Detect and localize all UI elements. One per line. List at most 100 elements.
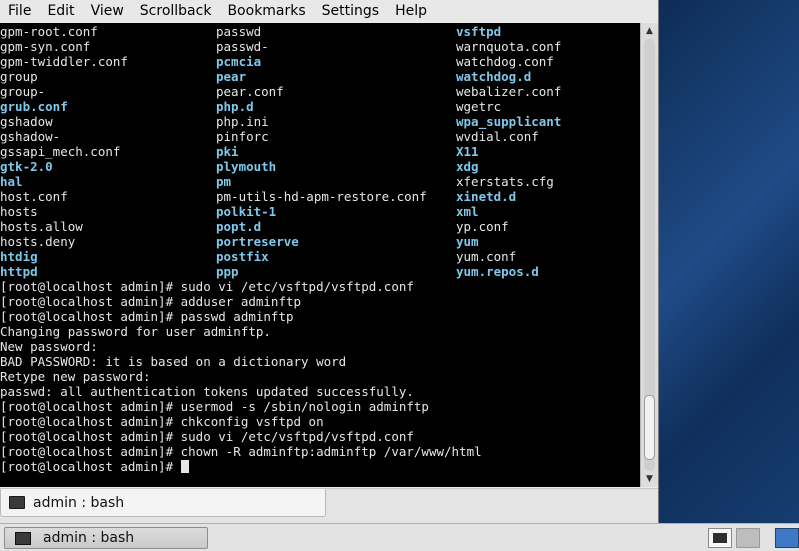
directory-entry: pear xyxy=(216,69,247,84)
menubar: File Edit View Scrollback Bookmarks Sett… xyxy=(0,0,658,22)
task-label: admin : bash xyxy=(43,530,135,546)
file-entry: gpm-root.conf xyxy=(0,24,98,39)
menu-bookmarks[interactable]: Bookmarks xyxy=(219,0,313,22)
tab-admin-bash[interactable]: admin : bash xyxy=(0,489,326,517)
file-entry: hosts.deny xyxy=(0,234,76,249)
file-entry: passwd xyxy=(216,24,262,39)
file-entry: pm-utils-hd-apm-restore.conf xyxy=(216,189,427,204)
directory-entry: popt.d xyxy=(216,219,262,234)
listing-row: hosts polkit-1 xml xyxy=(0,204,640,219)
menu-edit[interactable]: Edit xyxy=(39,0,82,22)
directory-entry: portreserve xyxy=(216,234,299,249)
directory-entry: vsftpd xyxy=(456,24,502,39)
file-entry: yp.conf xyxy=(456,219,509,234)
prompt-line[interactable]: [root@localhost admin]# xyxy=(0,459,189,474)
output-line: [root@localhost admin]# adduser adminftp xyxy=(0,294,302,309)
file-entry: watchdog.conf xyxy=(456,54,554,69)
menu-scrollback[interactable]: Scrollback xyxy=(132,0,220,22)
output-line: Changing password for user adminftp. xyxy=(0,324,271,339)
listing-row: gpm-syn.conf passwd-warnquota.conf xyxy=(0,39,640,54)
terminal-output[interactable]: gpm-root.conf passwd vsftpd gpm-syn.conf pas… xyxy=(0,23,640,487)
tray-workspace-icon[interactable] xyxy=(736,528,760,548)
listing-row: gssapi_mech.conf pki X11 xyxy=(0,144,640,159)
menu-view[interactable]: View xyxy=(83,0,132,22)
directory-entry: ppp xyxy=(216,264,239,279)
tab-label: admin : bash xyxy=(33,494,125,511)
directory-entry: pm xyxy=(216,174,232,189)
file-entry: gssapi_mech.conf xyxy=(0,144,121,159)
directory-entry: php.d xyxy=(216,99,254,114)
directory-entry: pki xyxy=(216,144,239,159)
listing-row: httpd ppp yum.repos.d xyxy=(0,264,640,279)
listing-row: gshadow-pinforc wvdial.conf xyxy=(0,129,640,144)
file-entry: gshadow- xyxy=(0,129,61,144)
directory-entry: xdg xyxy=(456,159,479,174)
output-line: [root@localhost admin]# sudo vi /etc/vsf… xyxy=(0,429,414,444)
output-line: New password: xyxy=(0,339,98,354)
scroll-up-icon[interactable]: ▲ xyxy=(642,24,657,38)
scroll-track[interactable] xyxy=(644,39,655,471)
vertical-scrollbar[interactable]: ▲ ▼ xyxy=(640,23,658,487)
directory-entry: yum xyxy=(456,234,479,249)
file-entry: yum.conf xyxy=(456,249,517,264)
listing-row: grub.conf php.d wgetrc xyxy=(0,99,640,114)
file-entry: wvdial.conf xyxy=(456,129,539,144)
output-line: [root@localhost admin]# usermod -s /sbin… xyxy=(0,399,429,414)
directory-entry: pcmcia xyxy=(216,54,262,69)
desktop-background xyxy=(658,0,799,523)
file-entry: hosts xyxy=(0,204,38,219)
prompt-text: [root@localhost admin]# xyxy=(0,459,181,474)
scroll-down-icon[interactable]: ▼ xyxy=(642,472,657,486)
menu-file[interactable]: File xyxy=(0,0,39,22)
file-entry: host.conf xyxy=(0,189,68,204)
terminal-icon xyxy=(15,531,31,545)
file-entry: webalizer.conf xyxy=(456,84,562,99)
directory-entry: xml xyxy=(456,204,479,219)
file-entry: passwd- xyxy=(216,39,269,54)
menu-help[interactable]: Help xyxy=(387,0,435,22)
tray-desktop-icon[interactable] xyxy=(775,528,799,548)
file-entry: warnquota.conf xyxy=(456,39,562,54)
output-line: BAD PASSWORD: it is based on a dictionar… xyxy=(0,354,347,369)
listing-row: hosts.allow popt.d yp.conf xyxy=(0,219,640,234)
tab-strip: admin : bash xyxy=(0,488,658,524)
listing-row: group-pear.conf webalizer.conf xyxy=(0,84,640,99)
directory-entry: polkit-1 xyxy=(216,204,277,219)
directory-entry: httpd xyxy=(0,264,38,279)
konsole-window: File Edit View Scrollback Bookmarks Sett… xyxy=(0,0,659,524)
listing-row: htdig postfix yum.conf xyxy=(0,249,640,264)
file-entry: php.ini xyxy=(216,114,269,129)
directory-entry: wpa_supplicant xyxy=(456,114,562,129)
output-line: [root@localhost admin]# chown -R adminft… xyxy=(0,444,482,459)
file-entry: group- xyxy=(0,84,46,99)
directory-entry: htdig xyxy=(0,249,38,264)
listing-row: hal pm xferstats.cfg xyxy=(0,174,640,189)
directory-entry: postfix xyxy=(216,249,269,264)
file-entry: gpm-syn.conf xyxy=(0,39,91,54)
output-line: [root@localhost admin]# sudo vi /etc/vsf… xyxy=(0,279,414,294)
listing-row: group pear watchdog.d xyxy=(0,69,640,84)
directory-entry: grub.conf xyxy=(0,99,68,114)
text-cursor xyxy=(180,460,189,473)
output-line: passwd: all authentication tokens update… xyxy=(0,384,414,399)
listing-row: hosts.deny portreserve yum xyxy=(0,234,640,249)
terminal-icon xyxy=(9,496,25,509)
menu-settings[interactable]: Settings xyxy=(314,0,387,22)
listing-row: gshadow php.ini wpa_supplicant xyxy=(0,114,640,129)
directory-entry: yum.repos.d xyxy=(456,264,539,279)
output-line: [root@localhost admin]# passwd adminftp xyxy=(0,309,294,324)
file-entry: pear.conf xyxy=(216,84,284,99)
scroll-thumb[interactable] xyxy=(644,395,655,460)
file-entry: group xyxy=(0,69,38,84)
file-entry: gpm-twiddler.conf xyxy=(0,54,128,69)
file-entry: xferstats.cfg xyxy=(456,174,554,189)
directory-entry: hal xyxy=(0,174,23,189)
output-line: Retype new password: xyxy=(0,369,151,384)
listing-row: gpm-twiddler.conf pcmcia watchdog.conf xyxy=(0,54,640,69)
taskbar-task-admin-bash[interactable]: admin : bash xyxy=(4,527,208,549)
file-entry: pinforc xyxy=(216,129,269,144)
directory-entry: X11 xyxy=(456,144,479,159)
listing-row: host.conf pm-utils-hd-apm-restore.conf xin… xyxy=(0,189,640,204)
listing-row: gtk-2.0 plymouth xdg xyxy=(0,159,640,174)
tray-terminal-icon[interactable] xyxy=(708,528,732,548)
